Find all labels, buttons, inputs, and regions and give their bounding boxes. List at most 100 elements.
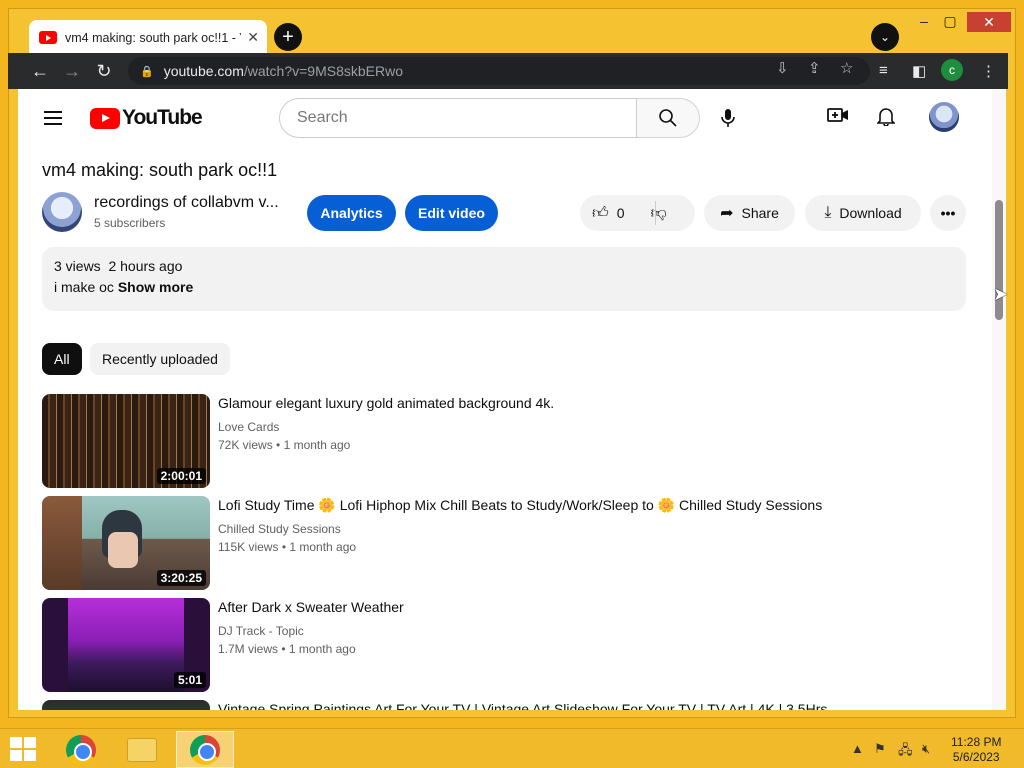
folder-icon — [127, 737, 157, 762]
video-duration: 3:20:25 — [156, 570, 206, 586]
install-app-icon[interactable]: ⇩ — [776, 59, 789, 77]
video-thumbnail[interactable] — [42, 700, 210, 710]
video-thumbnail[interactable]: 3:20:25 — [42, 496, 210, 590]
description-line: i make oc Show more — [54, 279, 954, 295]
video-views: 72K views — [218, 438, 273, 452]
volume-muted-icon[interactable]: 🔇︎ — [922, 741, 930, 757]
youtube-logo[interactable]: YouTube — [90, 106, 203, 130]
download-button[interactable]: ⤓ Download — [805, 195, 921, 231]
youtube-page: YouTube Search vm4 making: south park oc… — [18, 89, 1006, 710]
tab-title: vm4 making: south park oc!!1 - Y — [65, 30, 242, 45]
subscriber-count: 5 subscribers — [94, 216, 166, 230]
notifications-bell-icon[interactable] — [876, 106, 896, 131]
youtube-play-icon — [90, 107, 120, 129]
taskbar-chrome-active-button[interactable] — [176, 731, 234, 768]
list-item[interactable]: 5:01 After Dark x Sweater Weather DJ Tra… — [42, 598, 942, 692]
search-input[interactable]: Search — [279, 98, 637, 138]
browser-tab[interactable]: vm4 making: south park oc!!1 - Y ✕ — [29, 20, 267, 55]
video-age: 1 month ago — [283, 438, 351, 452]
share-button[interactable]: ➦ Share — [704, 195, 795, 231]
list-item[interactable]: Vintage Spring Paintings Art For Your TV… — [42, 700, 942, 710]
address-bar[interactable]: 🔒 youtube.com/watch?v=9MS8skbERwo — [128, 57, 870, 85]
reload-icon[interactable]: ↻ — [88, 55, 120, 87]
tab-close-icon[interactable]: ✕ — [247, 29, 259, 46]
like-divider — [655, 201, 656, 225]
back-arrow-icon[interactable]: ← — [24, 55, 56, 87]
video-thumbnail[interactable]: 2:00:01 — [42, 394, 210, 488]
chip-all[interactable]: All — [42, 343, 82, 375]
thumbs-up-icon[interactable]: 👍︎ — [592, 204, 609, 223]
close-window-button[interactable]: ✕ — [967, 12, 1011, 32]
youtube-favicon-icon — [39, 31, 57, 44]
user-avatar[interactable] — [929, 102, 959, 132]
microphone-icon — [721, 109, 735, 127]
video-duration: 2:00:01 — [156, 468, 206, 484]
url-host: youtube.com — [163, 63, 244, 79]
channel-link[interactable]: Love Cards — [218, 420, 279, 434]
network-icon[interactable]: 🖧 — [898, 741, 913, 763]
upload-age: 2 hours ago — [108, 258, 183, 274]
profile-avatar-button[interactable]: c — [941, 59, 963, 81]
lock-icon: 🔒 — [140, 65, 154, 78]
action-center-flag-icon[interactable]: ⚑ — [874, 741, 886, 757]
share-arrow-icon: ➦ — [720, 205, 734, 222]
chrome-icon — [66, 734, 96, 765]
forward-arrow-icon[interactable]: → — [56, 55, 88, 87]
character-face-art — [108, 532, 138, 568]
tab-search-chevron-icon[interactable]: ⌄ — [871, 23, 899, 51]
tray-expand-icon[interactable]: ▲ — [851, 741, 864, 756]
download-icon: ⤓ — [824, 204, 832, 221]
video-age: 1 month ago — [289, 540, 357, 554]
taskbar-explorer-button[interactable] — [113, 731, 171, 768]
video-meta: 72K views • 1 month ago — [218, 438, 351, 452]
taskbar-chrome-button[interactable] — [52, 731, 110, 768]
maximize-button[interactable]: ▢ — [935, 13, 965, 30]
channel-avatar[interactable] — [42, 192, 82, 232]
hamburger-menu-icon[interactable] — [44, 111, 62, 125]
search-button[interactable] — [637, 98, 700, 138]
media-queue-icon[interactable]: ≡ — [879, 62, 888, 79]
side-panel-icon[interactable]: ◧ — [912, 62, 926, 80]
video-views: 1.7M views — [218, 642, 279, 656]
view-count: 3 views — [54, 258, 101, 274]
video-title-link[interactable]: Lofi Study Time 🌼 Lofi Hiphop Mix Chill … — [218, 497, 822, 514]
more-actions-icon[interactable]: ••• — [930, 195, 966, 231]
new-tab-button[interactable]: + — [274, 23, 302, 51]
show-more-link[interactable]: Show more — [118, 279, 193, 295]
view-stats: 3 views 2 hours ago — [54, 258, 954, 274]
share-page-icon[interactable]: ⇪ — [808, 59, 821, 77]
video-title-link[interactable]: Vintage Spring Paintings Art For Your TV… — [218, 701, 827, 710]
system-clock[interactable]: 11:28 PM 5/6/2023 — [951, 735, 1001, 765]
list-item[interactable]: 2:00:01 Glamour elegant luxury gold anim… — [42, 394, 942, 488]
taskbar: ▲ ⚑ 🖧 🔇︎ 11:28 PM 5/6/2023 — [0, 728, 1024, 768]
voice-search-button[interactable] — [710, 100, 746, 136]
bookmark-star-icon[interactable]: ☆ — [840, 59, 853, 77]
title-bar: vm4 making: south park oc!!1 - Y ✕ + ⌄ –… — [9, 9, 1015, 55]
list-item[interactable]: 3:20:25 Lofi Study Time 🌼 Lofi Hiphop Mi… — [42, 496, 942, 590]
analytics-button[interactable]: Analytics — [307, 195, 396, 231]
page-scrollbar[interactable] — [992, 89, 1006, 710]
mouse-cursor-icon: ➤ — [993, 284, 1009, 304]
download-label: Download — [839, 205, 902, 221]
clock-time: 11:28 PM — [951, 735, 1002, 749]
video-title-link[interactable]: Glamour elegant luxury gold animated bac… — [218, 395, 554, 411]
clock-date: 5/6/2023 — [952, 750, 1000, 764]
search-icon — [659, 109, 677, 127]
video-title-link[interactable]: After Dark x Sweater Weather — [218, 599, 404, 615]
edit-video-button[interactable]: Edit video — [405, 195, 498, 231]
channel-name[interactable]: recordings of collabvm v... — [94, 194, 279, 212]
channel-link[interactable]: Chilled Study Sessions — [218, 522, 341, 536]
description-box[interactable]: 3 views 2 hours ago i make oc Show more — [42, 247, 966, 311]
video-thumbnail[interactable]: 5:01 — [42, 598, 210, 692]
youtube-wordmark: YouTube — [122, 106, 203, 129]
channel-link[interactable]: DJ Track - Topic — [218, 624, 304, 638]
like-count[interactable]: 0 — [617, 205, 625, 221]
chip-recently-uploaded[interactable]: Recently uploaded — [90, 343, 230, 375]
url-path: /watch?v=9MS8skbERwo — [243, 63, 404, 79]
browser-toolbar: ← → ↻ 🔒 youtube.com/watch?v=9MS8skbERwo … — [8, 53, 1008, 89]
windows-start-icon[interactable] — [10, 737, 38, 763]
thumbs-down-icon[interactable]: 👎︎ — [651, 204, 667, 223]
create-video-icon[interactable] — [827, 106, 849, 129]
description-text: i make oc — [54, 279, 114, 295]
menu-kebab-icon[interactable]: ⋮ — [981, 62, 996, 80]
